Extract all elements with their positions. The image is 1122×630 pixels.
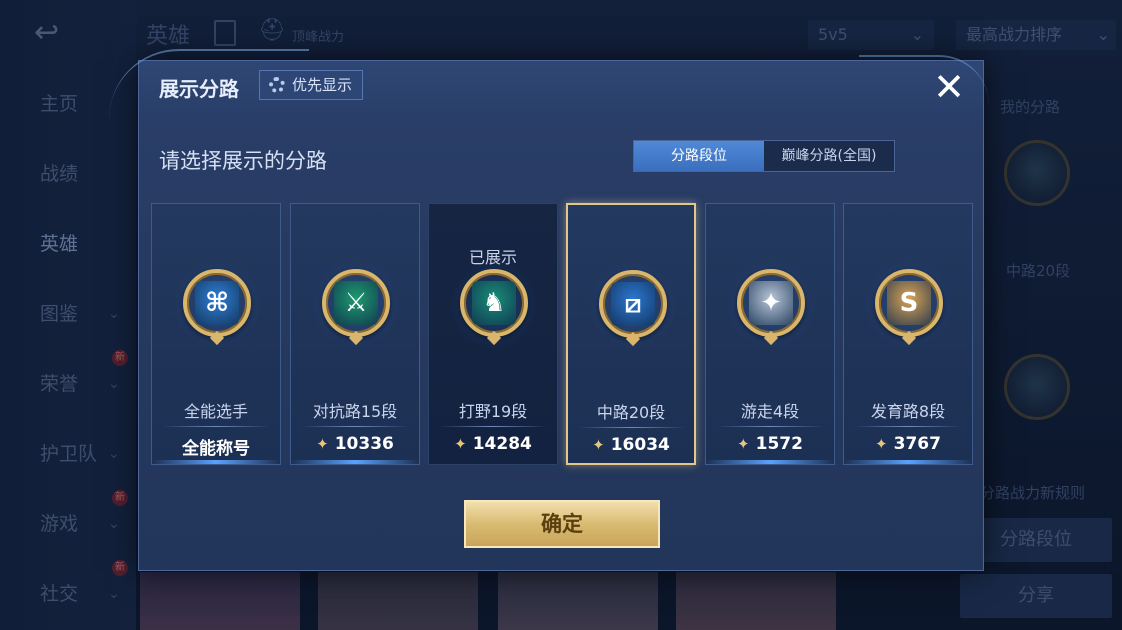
lane-score: ✦ 10336 [291,434,419,454]
score-value: 全能称号 [182,439,250,459]
close-icon[interactable]: ✕ [929,67,969,107]
lane-card[interactable]: S 发育路8段 ✦ 3767 [843,203,973,465]
lane-score: 全能称号 [152,434,280,459]
lane-name: 中路20段 [596,403,666,422]
score-value: 10336 [334,434,394,454]
gear-icon [269,77,285,93]
jungle-emblem-icon: ♞ [460,269,528,346]
emblem-inner: S [887,281,931,325]
emblem-tip [209,330,225,346]
lane-card[interactable]: ✦ 游走4段 ✦ 1572 [705,203,835,465]
emblem-inner: ⚔ [334,281,378,325]
lane-name: 全能选手 [183,402,248,421]
lane-name: 发育路8段 [870,402,946,421]
lane-score: ✦ 3767 [844,434,972,454]
emblem-tip [625,331,641,347]
power-icon: ✦ [592,436,605,454]
roam-emblem-icon: ✦ [737,269,805,346]
divider [162,426,270,427]
emblem-glow: S [866,262,952,348]
score-value: 1572 [755,434,803,454]
power-icon: ✦ [316,435,329,453]
emblem-inner: ✦ [749,281,793,325]
modal-header: 展示分路 优先显示 ✕ [109,49,989,111]
divider [716,426,824,427]
clash-lane-emblem-icon: ⚔ [322,269,390,346]
card-glow [291,460,419,464]
emblem-glow: ✦ [728,262,814,348]
card-glow [706,460,834,464]
emblem-tip [348,330,364,346]
card-glow [152,460,280,464]
power-icon: ✦ [454,435,467,453]
emblem-glow: ⧄ [590,263,676,349]
divider [578,427,686,428]
lane-name: 打野19段 [458,402,528,421]
emblem-inner: ⌘ [195,281,239,325]
section-label: 请选择展示的分路 [159,149,327,173]
lane-score: ✦ 1572 [706,434,834,454]
lane-score: ✦ 14284 [429,434,557,454]
emblem-tip [486,330,502,346]
tab-peak-lane-national[interactable]: 巅峰分路(全国) [764,141,894,171]
emblem-glow: ⚔ [313,262,399,348]
priority-display-button[interactable]: 优先显示 [259,70,364,100]
mid-lane-emblem-icon: ⧄ [599,270,667,347]
emblem-glow: ⌘ [174,262,260,348]
emblem-tip [901,330,917,346]
confirm-button[interactable]: 确定 [464,500,660,548]
emblem-inner: ♞ [472,281,516,325]
farm-lane-emblem-icon: S [875,269,943,346]
lane-name: 游走4段 [740,402,800,421]
lane-score: ✦ 16034 [568,435,694,455]
divider [439,426,547,427]
decorative-swirl [859,55,989,105]
divider [301,426,409,427]
divider [854,426,962,427]
display-lane-modal: 展示分路 优先显示 ✕ 请选择展示的分路 分路段位 巅峰分路(全国) ⌘ 全能选… [109,49,989,571]
emblem-tip [763,330,779,346]
lane-card-selected[interactable]: ⧄ 中路20段 ✦ 16034 [566,203,696,465]
emblem-inner: ⧄ [611,282,655,326]
power-icon: ✦ [875,435,888,453]
lane-card[interactable]: ⚔ 对抗路15段 ✦ 10336 [290,203,420,465]
lane-name: 对抗路15段 [312,402,398,421]
score-value: 14284 [472,434,532,454]
lane-card[interactable]: 已展示 ♞ 打野19段 ✦ 14284 [428,203,558,465]
all-round-emblem-icon: ⌘ [183,269,251,346]
lane-card[interactable]: ⌘ 全能选手 全能称号 [151,203,281,465]
modal-title: 展示分路 [159,77,239,101]
power-icon: ✦ [737,435,750,453]
score-value: 16034 [610,435,670,455]
emblem-glow: ♞ [451,262,537,348]
score-value: 3767 [893,434,941,454]
lane-tabs: 分路段位 巅峰分路(全国) [633,140,895,172]
card-glow [844,460,972,464]
tab-lane-rank[interactable]: 分路段位 [634,141,764,171]
